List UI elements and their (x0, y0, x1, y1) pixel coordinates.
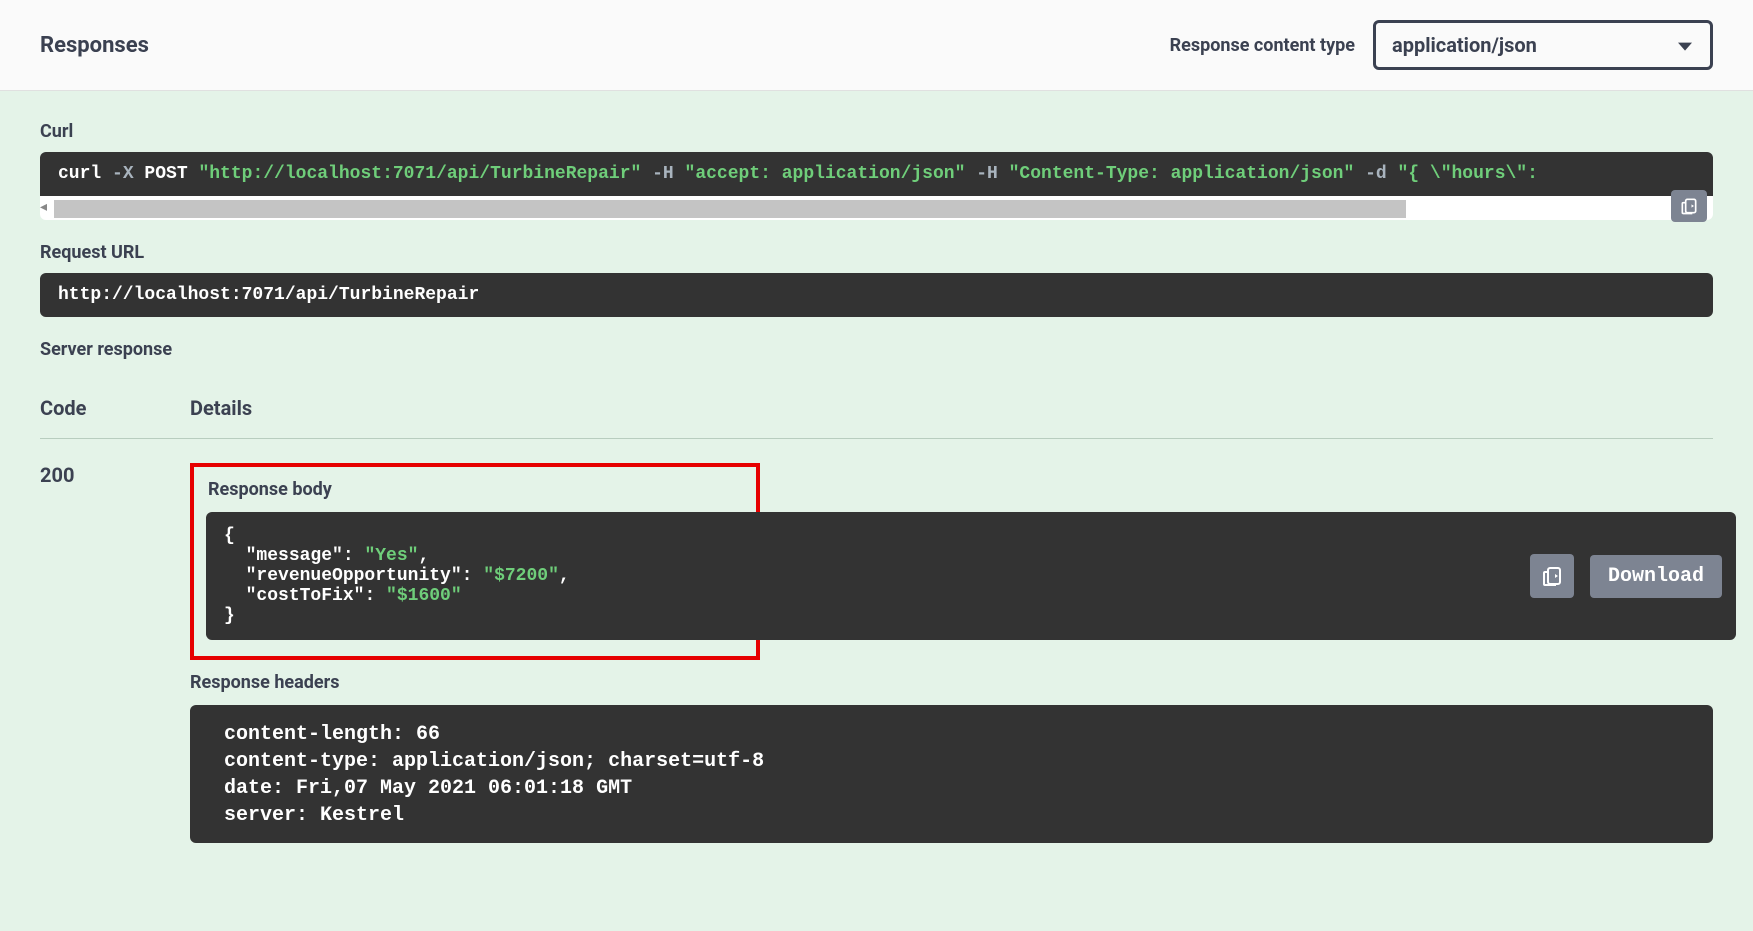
body-revenue-value: "$7200" (483, 566, 559, 586)
curl-command-box: curl -X POST "http://localhost:7071/api/… (40, 152, 1713, 196)
response-headers-box: content-length: 66 content-type: applica… (190, 705, 1713, 843)
curl-flag-h2: -H (965, 164, 1008, 184)
body-message-value: "Yes" (364, 546, 418, 566)
content-type-label: Response content type (1170, 35, 1355, 56)
curl-header-accept: "accept: application/json" (685, 164, 966, 184)
curl-horizontal-scrollbar[interactable] (54, 200, 1406, 218)
details-column-header: Details (190, 396, 1713, 420)
request-url-box: http://localhost:7071/api/TurbineRepair (40, 273, 1713, 317)
curl-scrollbar-wrap (40, 196, 1713, 220)
curl-flag-d: -d (1354, 164, 1397, 184)
curl-flag-h1: -H (641, 164, 684, 184)
curl-text-prefix: curl (58, 164, 112, 184)
content-type-value: application/json (1392, 33, 1537, 57)
clipboard-icon (1679, 196, 1699, 216)
server-response-label: Server response (40, 339, 1713, 360)
request-url-value: http://localhost:7071/api/TurbineRepair (58, 285, 479, 305)
request-url-label: Request URL (40, 242, 1713, 263)
copy-curl-button[interactable] (1671, 190, 1707, 222)
copy-response-button[interactable] (1530, 554, 1574, 598)
curl-method: POST (134, 164, 199, 184)
content-type-controls: Response content type application/json (1170, 20, 1713, 70)
response-table-header: Code Details (40, 386, 1713, 439)
download-button[interactable]: Download (1590, 555, 1722, 598)
curl-header-content-type: "Content-Type: application/json" (1009, 164, 1355, 184)
response-body-highlight: Response body { "message": "Yes", "reven… (190, 463, 760, 660)
responses-title: Responses (40, 33, 149, 58)
curl-body: "{ \"hours\": (1397, 164, 1537, 184)
curl-label: Curl (40, 121, 1713, 142)
responses-header: Responses Response content type applicat… (0, 0, 1753, 91)
response-body-label: Response body (208, 479, 746, 500)
code-column-header: Code (40, 396, 190, 420)
curl-flag-x: -X (112, 164, 134, 184)
response-headers-label: Response headers (190, 672, 1713, 693)
response-row: 200 Response body { "message": "Yes", "r… (40, 439, 1713, 843)
status-code: 200 (40, 463, 190, 843)
content-type-select[interactable]: application/json (1373, 20, 1713, 70)
body-cost-value: "$1600" (386, 586, 462, 606)
clipboard-icon (1540, 564, 1564, 588)
curl-url: "http://localhost:7071/api/TurbineRepair… (198, 164, 641, 184)
response-body-box: { "message": "Yes", "revenueOpportunity"… (206, 512, 1736, 640)
